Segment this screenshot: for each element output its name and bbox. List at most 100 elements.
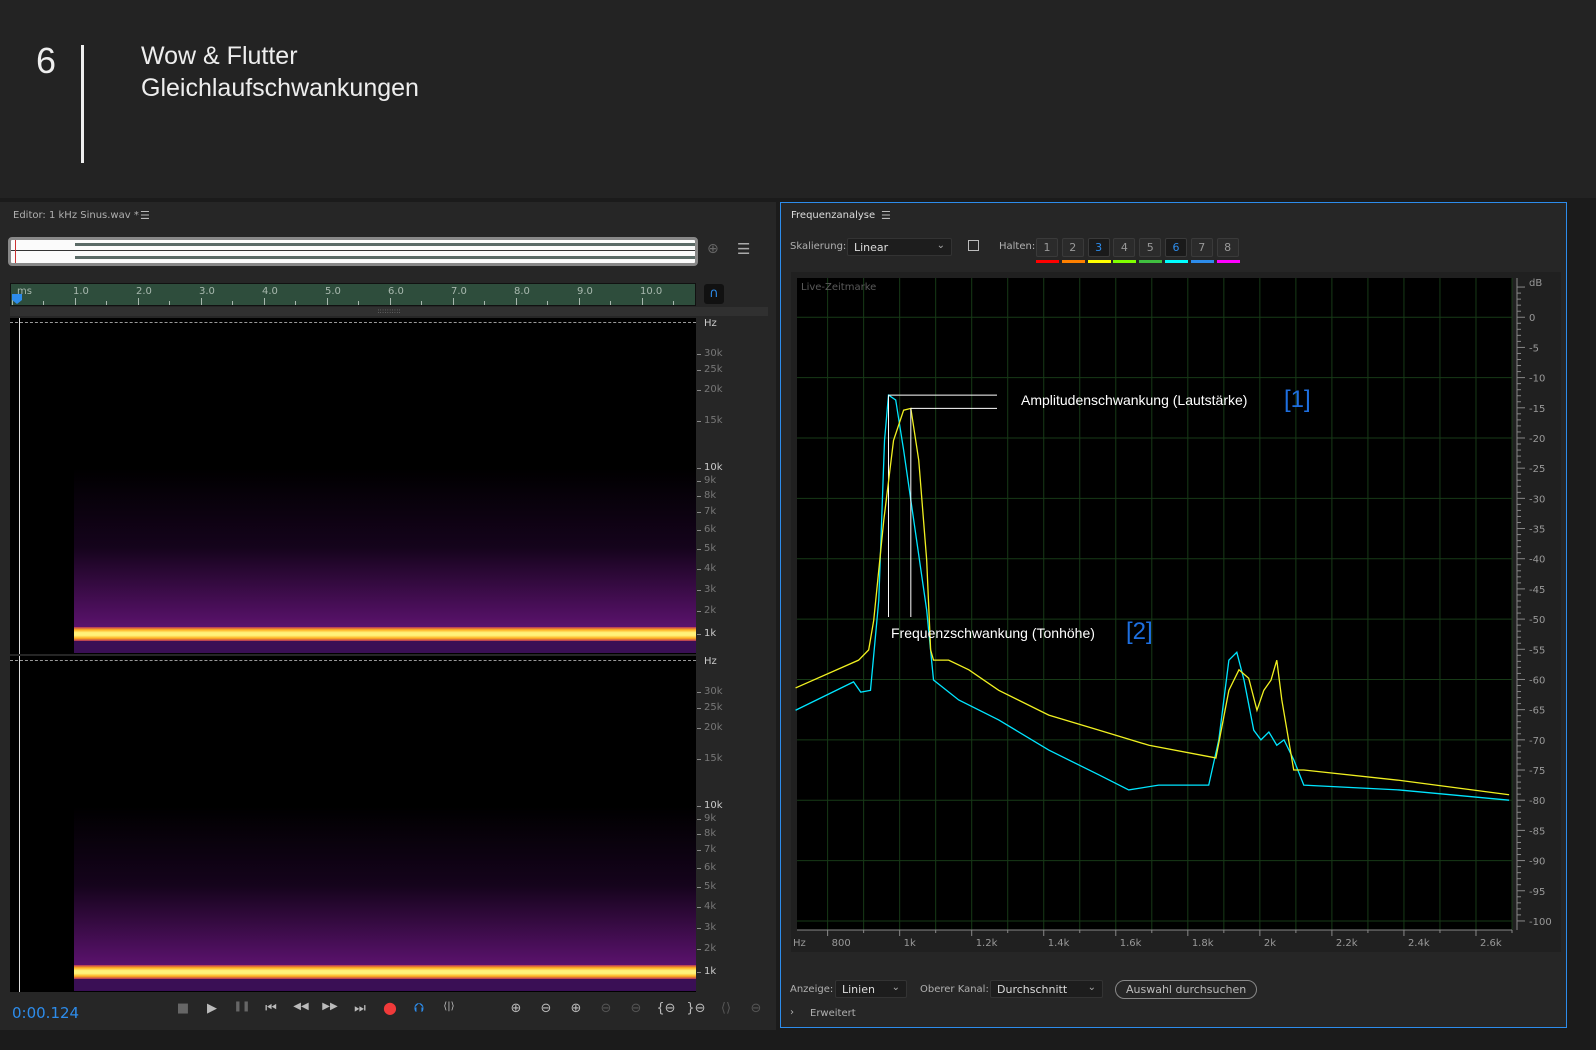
snap-magnet-button[interactable]: ∩ (704, 284, 724, 304)
go-to-start-button[interactable]: ⏮ (259, 1001, 283, 1016)
ruler-tick (578, 298, 580, 305)
rewind-button[interactable]: ◀◀ (289, 1001, 313, 1012)
freq-tick (697, 868, 701, 869)
zoom-in-time-icon[interactable]: ⊕ (564, 1001, 588, 1016)
zoom-out-time-icon[interactable]: ⊖ (594, 1001, 618, 1016)
scale-label: Skalierung: (790, 241, 847, 252)
freq-label: 20k (704, 722, 723, 733)
freq-label: 5k (704, 881, 717, 892)
panel-menu-icon[interactable]: ☰ (881, 209, 891, 222)
freq-label: 5k (704, 543, 717, 554)
ruler-tick (358, 301, 359, 305)
zoom-selection-icon[interactable]: ⟨⟩ (714, 1001, 738, 1016)
ruler-label: 5.0 (325, 286, 341, 297)
ruler-tick (484, 301, 485, 305)
slide-title: Wow & Flutter (141, 42, 298, 70)
y-tick-label: -75 (1529, 766, 1545, 777)
y-tick-label: -60 (1529, 675, 1545, 686)
ruler-tick (106, 301, 107, 305)
y-tick-label: -20 (1529, 434, 1545, 445)
scan-selection-button[interactable]: Auswahl durchsuchen (1115, 980, 1258, 999)
y-tick-label: -90 (1529, 857, 1545, 868)
hold-button-1[interactable]: 1 (1036, 238, 1058, 257)
zoom-reset-icon[interactable]: ⊖ (744, 1001, 768, 1016)
ruler-label: 10.0 (640, 286, 663, 297)
channel-dropdown[interactable]: Durchschnitt ⌄ (990, 980, 1103, 998)
freq-label: 8k (704, 828, 717, 839)
ruler-tick (169, 301, 170, 305)
freq-label: 3k (704, 922, 717, 933)
x-tick-label: 1.4k (1048, 938, 1070, 949)
display-dropdown[interactable]: Linien ⌄ (835, 980, 907, 998)
panel-menu-icon[interactable]: ☰ (140, 209, 150, 222)
spectrogram-channel-1[interactable] (10, 318, 696, 654)
x-tick-label: 2.6k (1480, 938, 1502, 949)
freq-tick (697, 496, 701, 497)
divider (81, 45, 84, 163)
play-button[interactable]: ▶ (200, 1001, 224, 1016)
frequency-spectrum-chart[interactable]: 800 1k 1.2k 1.4k 1.6k 1.8k 2k 2.2k 2.4k 2.6k Hz 0 -5… (791, 272, 1561, 952)
zoom-in-amplitude-icon[interactable]: ⊕ (504, 1001, 528, 1016)
zoom-in-left-icon[interactable]: {⊖ (654, 1001, 678, 1016)
panel-splitter[interactable]: :::::::::: (10, 307, 768, 316)
freq-label: 25k (704, 702, 723, 713)
hold-button-2[interactable]: 2 (1061, 238, 1084, 257)
hold-button-7[interactable]: 7 (1190, 238, 1213, 257)
chevron-down-icon: ⌄ (936, 240, 945, 251)
hold-button-5[interactable]: 5 (1139, 238, 1162, 257)
x-tick-label: 1.6k (1120, 938, 1142, 949)
overview-scrollbar[interactable] (8, 237, 698, 266)
stop-button[interactable]: ■ (171, 1001, 195, 1016)
chevron-down-icon: ⌄ (891, 982, 900, 993)
ruler-label: 7.0 (451, 286, 467, 297)
time-ruler[interactable]: ms 1.0 2.0 3.0 4.0 5.0 6.0 7.0 8.0 9.0 10.0 (10, 283, 696, 306)
y-tick-label: -85 (1529, 826, 1545, 837)
y-tick-label: -50 (1529, 615, 1545, 626)
skip-selection-button[interactable]: ⟨|⟩ (437, 1001, 461, 1012)
freq-tick (697, 928, 701, 929)
hold-button-6[interactable]: 6 (1165, 238, 1187, 257)
snapshot-icon[interactable] (968, 240, 979, 251)
x-tick-label: 2k (1264, 938, 1276, 949)
freq-unit-label: Hz (704, 656, 717, 667)
plot-background (797, 278, 1512, 930)
y-tick-label: -95 (1529, 887, 1545, 898)
freq-label: 3k (704, 584, 717, 595)
frequency-annotation: Frequenzschwankung (Tonhöhe) (891, 625, 1095, 641)
pause-button[interactable]: ❚❚ (230, 1001, 254, 1012)
freq-tick (697, 759, 701, 760)
scale-dropdown[interactable]: Linear ⌄ (847, 238, 952, 256)
channel-layout-icon[interactable]: ☰ (737, 240, 750, 258)
spectrogram-channel-2[interactable] (10, 656, 696, 992)
freq-tick (697, 819, 701, 820)
fast-forward-button[interactable]: ▶▶ (318, 1001, 342, 1012)
hold-button-4[interactable]: 4 (1113, 238, 1136, 257)
time-display[interactable]: 0:00.124 (12, 1004, 79, 1022)
record-button[interactable]: ● (378, 998, 402, 1017)
freq-tick (697, 887, 701, 888)
ruler-tick (200, 298, 202, 305)
zoom-out-full-icon[interactable]: ⊖ (624, 1001, 648, 1016)
zoom-in-right-icon[interactable]: }⊖ (684, 1001, 708, 1016)
y-tick-label: -35 (1529, 525, 1545, 536)
loop-playback-button[interactable]: ⮉ (407, 1001, 431, 1016)
zoom-out-amplitude-icon[interactable]: ⊖ (534, 1001, 558, 1016)
freq-tick (697, 549, 701, 550)
hold-color-swatch (1113, 260, 1137, 263)
ruler-tick (421, 301, 422, 305)
amplitude-reference: [1] (1284, 386, 1311, 413)
hold-button-3[interactable]: 3 (1087, 238, 1110, 257)
ruler-tick (43, 301, 44, 305)
freq-tick (697, 972, 701, 973)
freq-label: 25k (704, 364, 723, 375)
go-to-end-button[interactable]: ⏭ (348, 1001, 372, 1016)
freq-tick (697, 708, 701, 709)
advanced-toggle[interactable]: Erweitert (810, 1008, 856, 1019)
zoom-navigator-icon[interactable]: ⊕ (707, 241, 719, 257)
hold-button-8[interactable]: 8 (1216, 238, 1239, 257)
chevron-right-icon[interactable]: › (790, 1007, 794, 1018)
ruler-tick (641, 298, 643, 305)
freq-label: 10k (704, 462, 723, 473)
y-tick-label: 0 (1529, 313, 1535, 324)
freq-tick (697, 390, 701, 391)
